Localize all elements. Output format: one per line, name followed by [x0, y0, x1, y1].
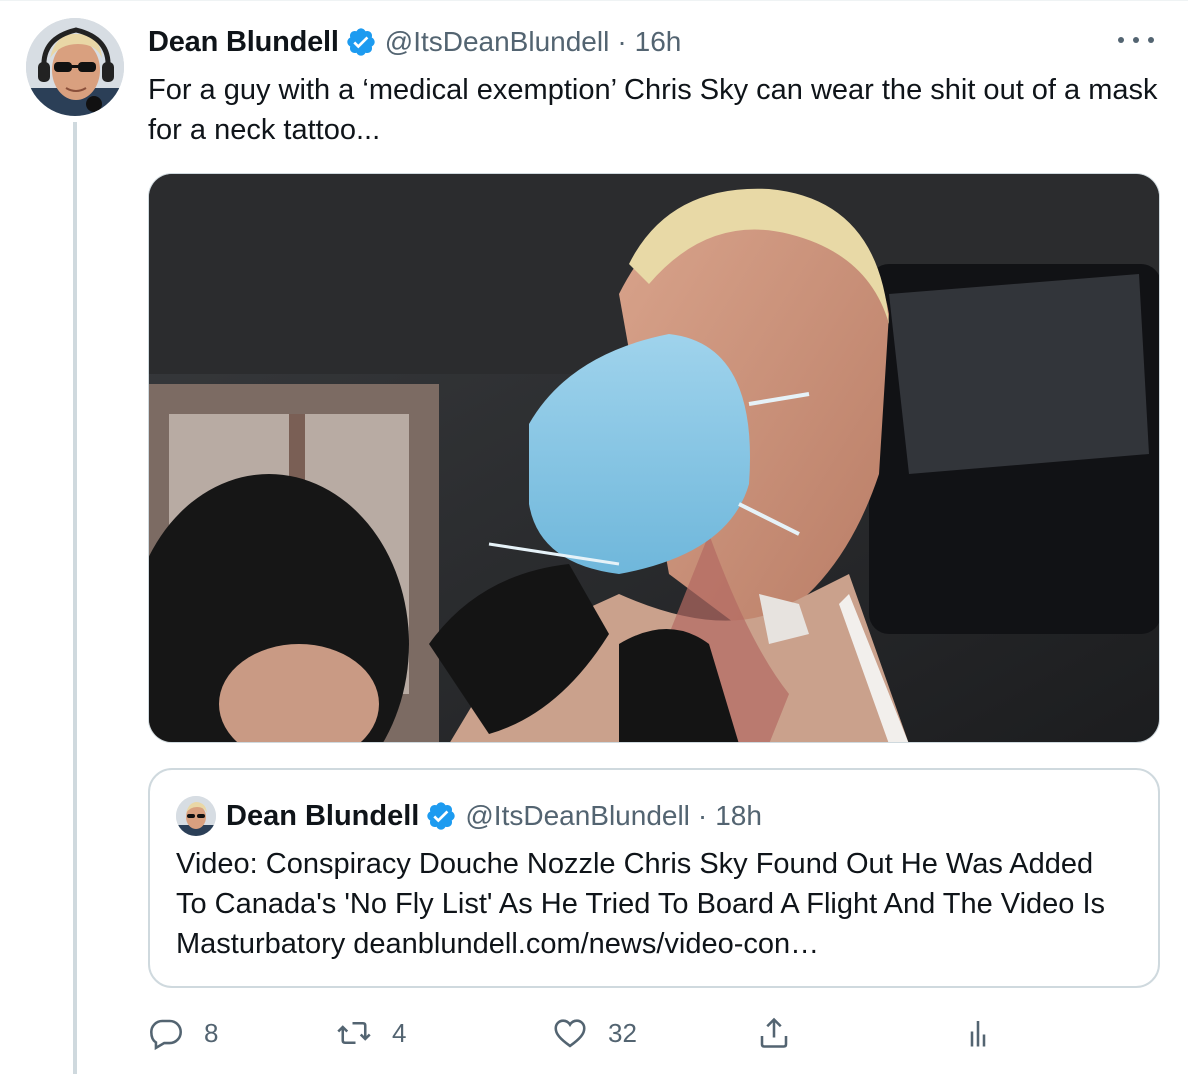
- like-count: 32: [608, 1017, 637, 1048]
- retweet-count: 4: [392, 1017, 407, 1048]
- quoted-tweet-card[interactable]: Dean Blundell @ItsDeanBlundell · 18h Vid…: [148, 768, 1160, 988]
- tweet-action-bar: 8 4 32: [148, 1008, 1158, 1058]
- tweet-text: For a guy with a ‘medical exemption’ Chr…: [148, 74, 1158, 146]
- retweet-icon: [337, 1021, 371, 1045]
- retweet-button[interactable]: 4: [336, 1008, 406, 1058]
- author-display-name[interactable]: Dean Blundell: [148, 26, 339, 59]
- analytics-button[interactable]: [960, 1008, 996, 1058]
- analytics-icon: [970, 1021, 986, 1047]
- share-button[interactable]: [756, 1008, 792, 1058]
- reply-icon: [150, 1019, 182, 1051]
- quoted-tweet-header: Dean Blundell @ItsDeanBlundell · 18h: [176, 796, 762, 836]
- more-horizontal-icon[interactable]: [1118, 28, 1154, 52]
- tweet-photo[interactable]: [148, 173, 1160, 743]
- like-button[interactable]: 32: [552, 1008, 637, 1058]
- thread-connector-line: [73, 122, 77, 1074]
- quoted-author-handle: @ItsDeanBlundell: [465, 800, 690, 831]
- separator-dot: ·: [617, 26, 627, 57]
- share-icon: [760, 1017, 788, 1048]
- reply-button[interactable]: 8: [148, 1008, 218, 1058]
- quoted-author-display-name: Dean Blundell: [226, 799, 420, 832]
- verified-badge-icon: [425, 800, 457, 832]
- heart-icon: [554, 1019, 586, 1048]
- tweet-timestamp[interactable]: 16h: [635, 26, 682, 58]
- verified-badge-icon: [345, 26, 377, 58]
- separator-dot: ·: [697, 800, 708, 831]
- author-handle[interactable]: @ItsDeanBlundell: [385, 26, 610, 58]
- author-avatar[interactable]: [26, 18, 124, 116]
- quoted-tweet-text: Video: Conspiracy Douche Nozzle Chris Sk…: [176, 848, 1106, 960]
- quoted-author-avatar: [176, 796, 216, 836]
- quoted-tweet-timestamp: 18h: [715, 800, 762, 831]
- top-divider: [0, 0, 1188, 1]
- reply-count: 8: [204, 1017, 219, 1048]
- tweet-header: Dean Blundell @ItsDeanBlundell · 16h: [148, 24, 681, 60]
